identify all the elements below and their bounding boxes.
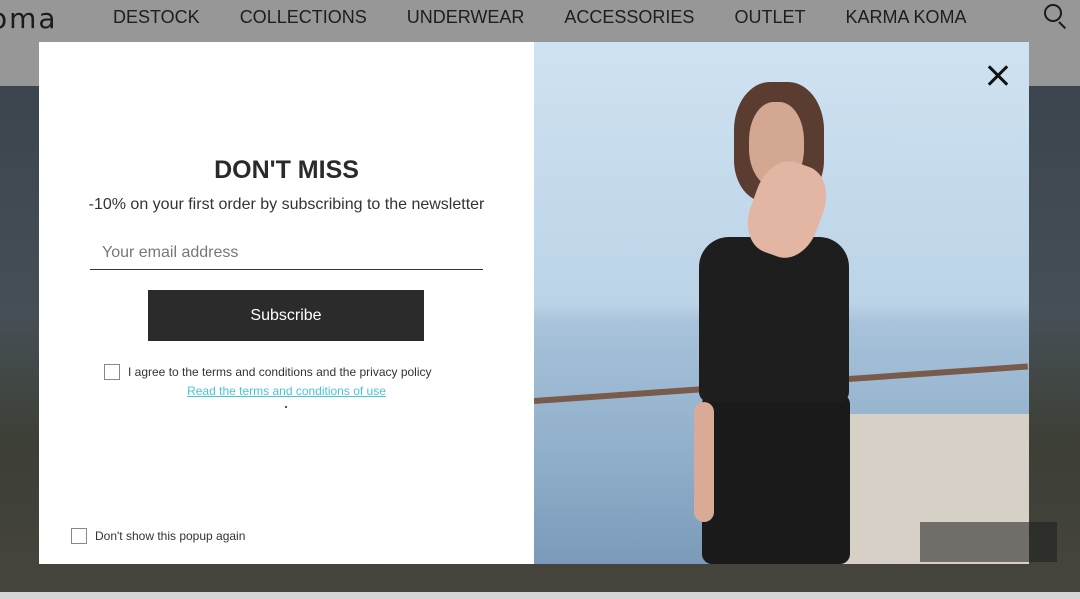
terms-consent-row: I agree to the terms and conditions and … xyxy=(104,364,432,380)
terms-label: I agree to the terms and conditions and … xyxy=(128,365,432,379)
photo-person-legs xyxy=(702,394,850,564)
popup-photo xyxy=(534,42,1029,564)
bottom-strip xyxy=(0,592,1080,599)
dont-show-again-checkbox[interactable] xyxy=(71,528,87,544)
photo-person-body xyxy=(699,237,849,402)
photo-person-arm xyxy=(694,402,714,522)
popup-content-panel: DON'T MISS -10% on your first order by s… xyxy=(39,42,534,564)
terms-link[interactable]: Read the terms and conditions of use xyxy=(39,384,534,398)
dont-show-again-label: Don't show this popup again xyxy=(95,529,246,543)
divider-dot xyxy=(285,406,287,408)
terms-checkbox[interactable] xyxy=(104,364,120,380)
newsletter-popup: DON'T MISS -10% on your first order by s… xyxy=(39,42,1029,564)
dont-show-again-row: Don't show this popup again xyxy=(71,528,245,544)
email-input[interactable] xyxy=(90,236,483,270)
close-icon[interactable] xyxy=(985,62,1011,88)
corner-widget[interactable] xyxy=(920,522,1057,562)
popup-title: DON'T MISS xyxy=(214,156,359,184)
subscribe-button[interactable]: Subscribe xyxy=(148,290,424,341)
popup-subtitle: -10% on your first order by subscribing … xyxy=(88,196,485,213)
